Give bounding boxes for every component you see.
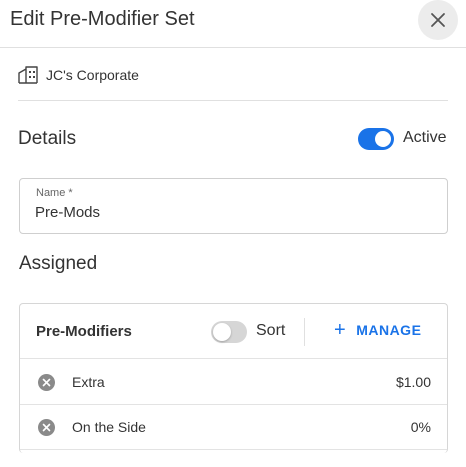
toggle-knob — [213, 323, 231, 341]
remove-circle-icon[interactable] — [38, 374, 55, 391]
close-icon — [431, 13, 445, 27]
name-field-label: Name * — [36, 187, 73, 199]
manage-button[interactable]: + MANAGE — [334, 319, 422, 341]
close-button[interactable] — [418, 0, 458, 40]
item-name: Extra — [72, 374, 105, 390]
item-price: 0% — [410, 419, 431, 435]
pre-modifiers-card: Pre-Modifiers Sort + MANAGE Extra $1.00 … — [19, 303, 448, 453]
plus-icon: + — [334, 319, 347, 341]
remove-circle-icon[interactable] — [38, 419, 55, 436]
divider — [304, 318, 305, 346]
active-toggle[interactable] — [358, 128, 394, 150]
list-item: On the Side 0% — [20, 405, 447, 450]
assigned-heading: Assigned — [19, 253, 98, 274]
dialog-header: Edit Pre-Modifier Set — [0, 0, 466, 48]
card-title: Pre-Modifiers — [36, 323, 132, 340]
card-header: Pre-Modifiers Sort + MANAGE — [20, 304, 447, 359]
item-name: On the Side — [72, 419, 146, 435]
toggle-knob — [375, 131, 391, 147]
building-icon — [18, 66, 38, 84]
page-title: Edit Pre-Modifier Set — [10, 8, 195, 30]
item-price: $1.00 — [395, 374, 431, 390]
list-item: Extra $1.00 — [20, 360, 447, 405]
details-heading: Details — [18, 128, 77, 149]
active-label: Active — [403, 129, 447, 146]
org-row: JC's Corporate — [18, 66, 139, 84]
name-field[interactable]: Name * — [19, 178, 448, 234]
sort-label: Sort — [256, 322, 286, 339]
org-name: JC's Corporate — [46, 67, 139, 83]
manage-label: MANAGE — [356, 322, 422, 338]
divider — [18, 100, 448, 101]
sort-toggle[interactable] — [211, 321, 247, 343]
name-input[interactable] — [35, 204, 430, 221]
